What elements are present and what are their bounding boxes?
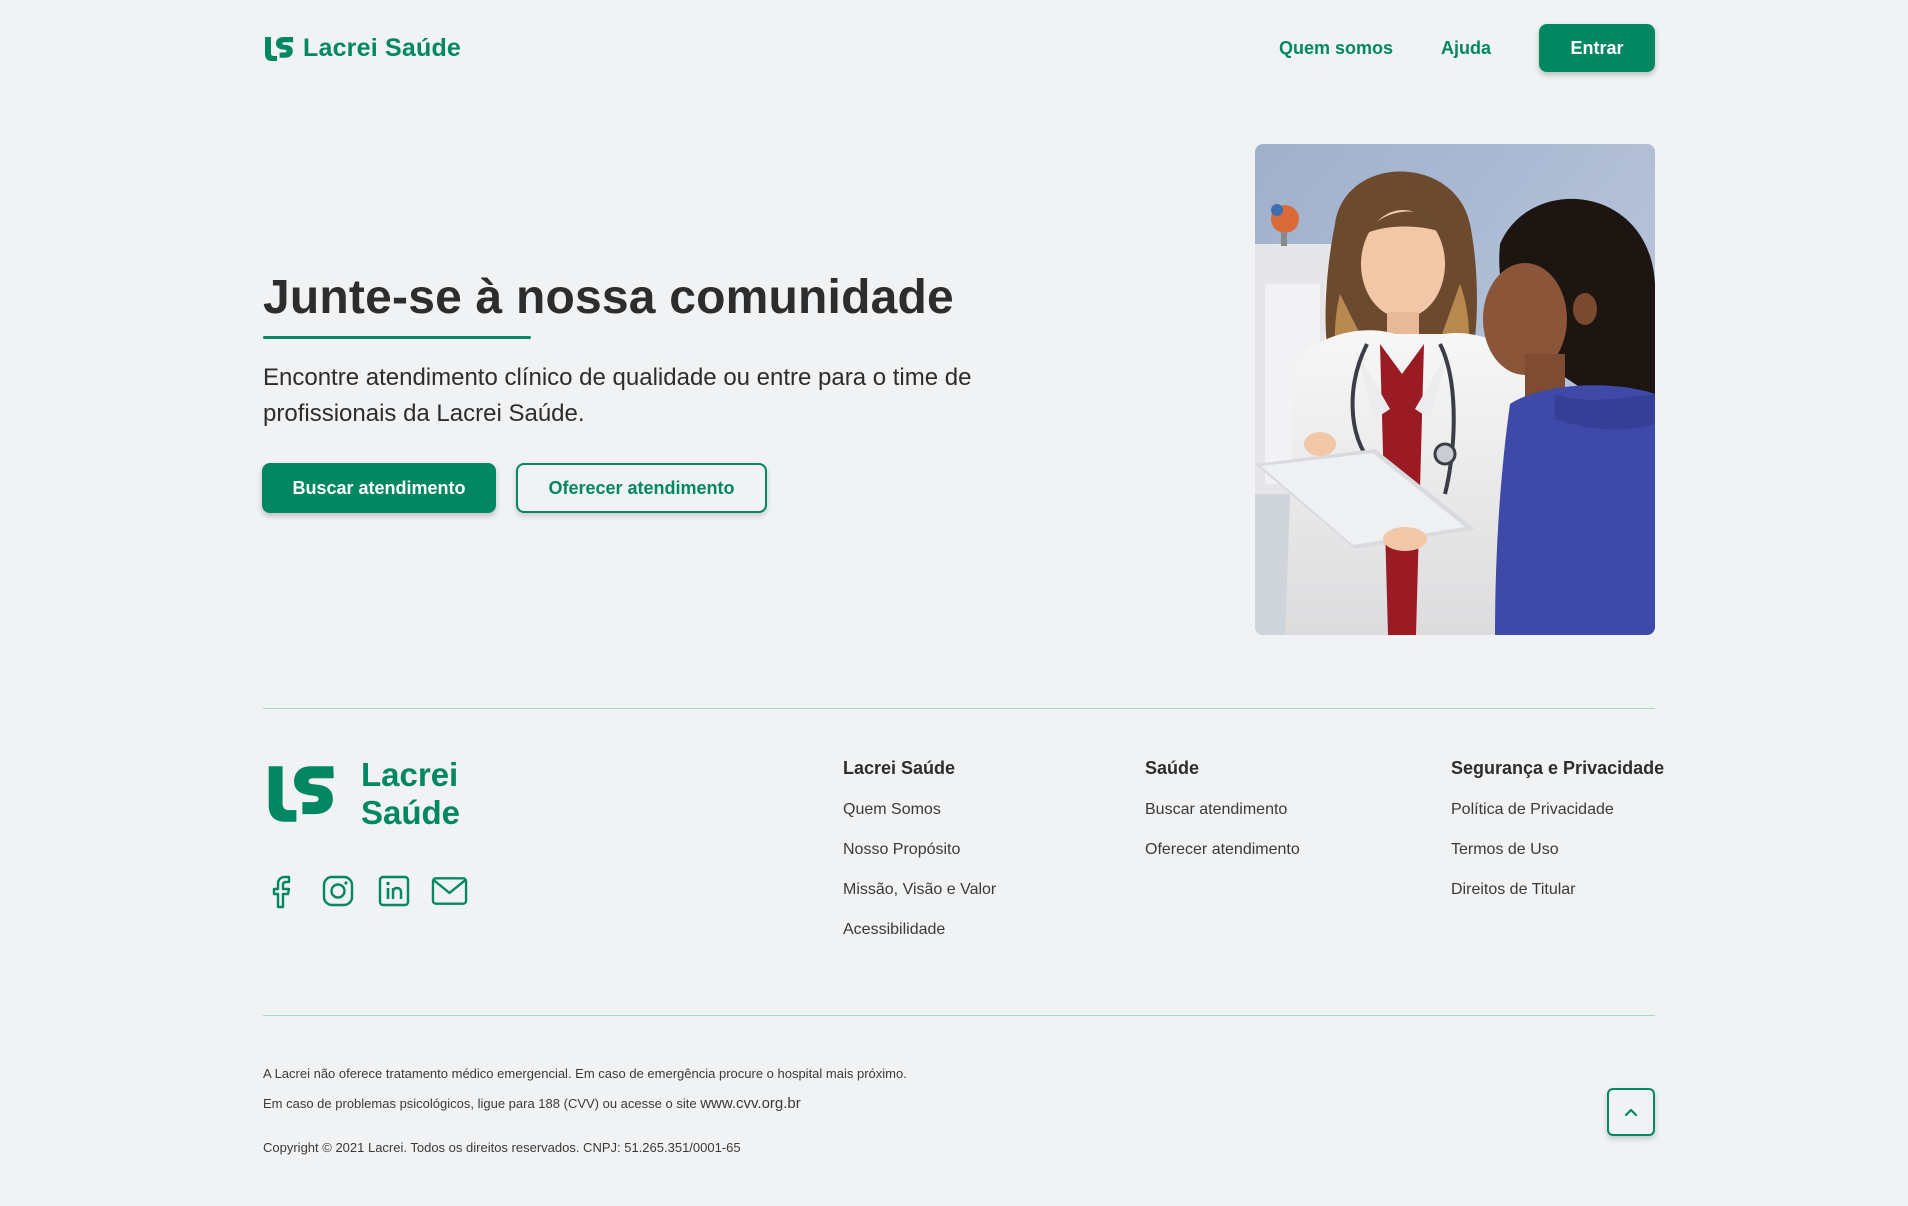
search-care-button[interactable]: Buscar atendimento (262, 463, 496, 513)
cvv-text: Em caso de problemas psicológicos, ligue… (263, 1096, 697, 1111)
back-to-top-button[interactable] (1607, 1088, 1655, 1136)
footer-col-title: Lacrei Saúde (843, 758, 956, 778)
nav-link-ajuda[interactable]: Ajuda (1441, 38, 1491, 59)
social-links (263, 872, 468, 909)
footer-brand-text: Lacrei Saúde (361, 756, 460, 832)
cvv-site-link[interactable]: www.cvv.org.br (700, 1095, 801, 1112)
enter-button[interactable]: Entrar (1539, 24, 1655, 72)
footer-link-oferecer-atendimento[interactable]: Oferecer atendimento (1145, 839, 1300, 861)
chevron-up-icon (1624, 1108, 1638, 1117)
title-underline (263, 336, 531, 339)
footer-link-quem-somos[interactable]: Quem Somos (843, 799, 996, 821)
footer-link-acessibilidade[interactable]: Acessibilidade (843, 919, 996, 941)
footer-col-saude: Saúde Buscar atendimento Oferecer atendi… (1145, 758, 1300, 879)
hero-title: Junte-se à nossa comunidade (263, 271, 954, 324)
footer-col-seguranca: Segurança e Privacidade Política de Priv… (1451, 758, 1664, 919)
footer-col-lacrei: Lacrei Saúde Quem Somos Nosso Propósito … (843, 758, 996, 959)
footer-link-privacidade[interactable]: Política de Privacidade (1451, 799, 1664, 821)
lacrei-logo-icon (265, 36, 294, 61)
footer-brand-logo[interactable]: Lacrei Saúde (263, 756, 460, 832)
mail-icon[interactable] (431, 872, 468, 909)
lacrei-logo-icon (268, 766, 334, 822)
copyright: Copyright © 2021 Lacrei. Todos os direit… (263, 1140, 741, 1155)
footer-link-buscar-atendimento[interactable]: Buscar atendimento (1145, 799, 1300, 821)
hero-image (1255, 144, 1655, 635)
nav-link-quem-somos[interactable]: Quem somos (1279, 38, 1393, 59)
footer-brand-line1: Lacrei (361, 756, 459, 793)
brand-logo-link[interactable]: Lacrei Saúde (263, 34, 461, 63)
footer-divider-top (263, 708, 1655, 709)
doctor-patient-illustration (1255, 144, 1655, 635)
offer-care-button[interactable]: Oferecer atendimento (516, 463, 767, 513)
instagram-icon[interactable] (319, 872, 356, 909)
footer-divider-bottom (263, 1015, 1655, 1016)
main-nav: Quem somos Ajuda Entrar (1279, 24, 1655, 72)
cvv-notice: Em caso de problemas psicológicos, ligue… (263, 1095, 801, 1112)
brand-name: Lacrei Saúde (303, 34, 462, 62)
footer-col-title: Saúde (1145, 758, 1200, 778)
facebook-icon[interactable] (263, 872, 300, 909)
footer-link-nosso-proposito[interactable]: Nosso Propósito (843, 839, 996, 861)
page: Lacrei Saúde Quem somos Ajuda Entrar Jun… (0, 0, 1908, 1206)
footer-link-direitos[interactable]: Direitos de Titular (1451, 879, 1664, 901)
footer-brand-line2: Saúde (361, 794, 461, 831)
footer-link-missao[interactable]: Missão, Visão e Valor (843, 879, 996, 901)
footer-link-termos[interactable]: Termos de Uso (1451, 839, 1664, 861)
footer-col-title: Segurança e Privacidade (1451, 758, 1665, 778)
hero-description: Encontre atendimento clínico de qualidad… (263, 364, 972, 427)
emergency-disclaimer: A Lacrei não oferece tratamento médico e… (263, 1066, 907, 1081)
linkedin-icon[interactable] (375, 872, 412, 909)
site-header: Lacrei Saúde Quem somos Ajuda Entrar (263, 24, 1655, 72)
